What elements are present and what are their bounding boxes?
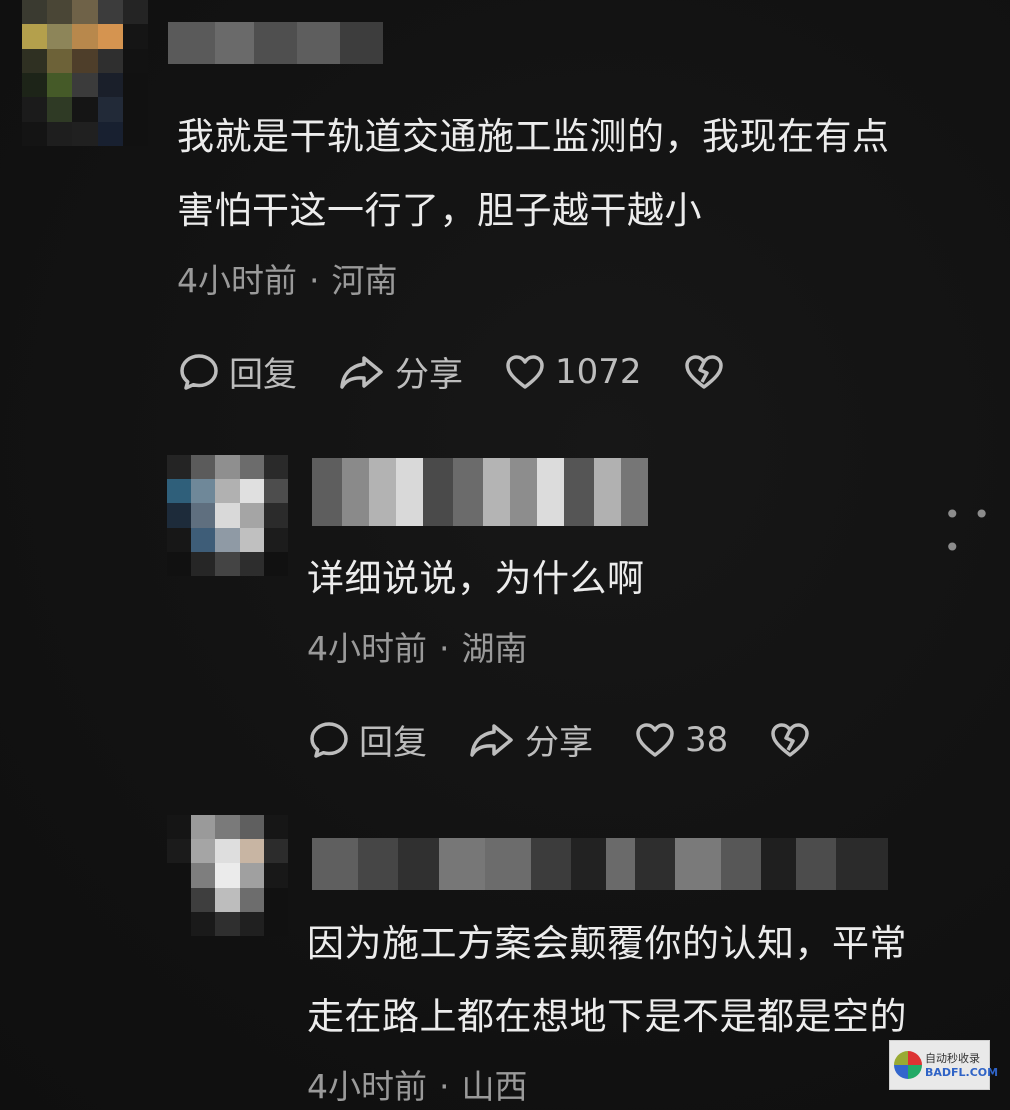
like-count: 1072 bbox=[555, 351, 642, 392]
heart-icon bbox=[503, 350, 547, 394]
avatar[interactable] bbox=[167, 455, 288, 576]
meta-separator: · bbox=[439, 1067, 450, 1106]
share-button[interactable]: 分享 bbox=[337, 347, 463, 396]
comment-time: 4小时前 bbox=[307, 1067, 427, 1106]
comment-text: 害怕干这一行了，胆子越干越小 bbox=[177, 189, 702, 232]
comment-time: 4小时前 bbox=[307, 629, 427, 668]
comment-time: 4小时前 bbox=[177, 261, 297, 300]
dislike-button[interactable] bbox=[682, 350, 726, 394]
share-label: 分享 bbox=[525, 723, 593, 763]
reply-label: 回复 bbox=[229, 355, 297, 395]
heart-icon bbox=[633, 718, 677, 762]
avatar[interactable] bbox=[22, 0, 148, 146]
watermark: 自动秒收录 BADFL.COM bbox=[889, 1040, 998, 1090]
avatar[interactable] bbox=[167, 815, 288, 936]
comment-location: 湖南 bbox=[461, 629, 528, 668]
watermark-title: 自动秒收录 bbox=[925, 1051, 980, 1065]
watermark-logo-icon bbox=[894, 1051, 922, 1079]
reply-button[interactable]: 回复 bbox=[307, 715, 427, 764]
broken-heart-icon bbox=[682, 350, 726, 394]
watermark-url: BADFL.COM bbox=[925, 1065, 999, 1079]
more-icon[interactable]: • • • bbox=[944, 498, 1010, 564]
like-button[interactable]: 38 bbox=[633, 718, 728, 762]
like-count: 38 bbox=[685, 719, 729, 760]
comment-location: 河南 bbox=[331, 261, 398, 300]
comment-text: 走在路上都在想地下是不是都是空的 bbox=[307, 995, 907, 1038]
comment-thread: 我就是干轨道交通施工监测的，我现在有点 害怕干这一行了，胆子越干越小 4小时前 ·… bbox=[0, 0, 1010, 1110]
meta-separator: · bbox=[309, 261, 320, 300]
dislike-button[interactable] bbox=[768, 718, 812, 762]
comment-text: 我就是干轨道交通施工监测的，我现在有点 bbox=[177, 115, 890, 158]
share-icon bbox=[337, 350, 387, 394]
meta-separator: · bbox=[439, 629, 450, 668]
comment-text: 因为施工方案会颠覆你的认知，平常 bbox=[307, 922, 907, 965]
comment-meta: 4小时前 · 山西 bbox=[307, 1060, 528, 1108]
share-button[interactable]: 分享 bbox=[467, 715, 593, 764]
reply-button[interactable]: 回复 bbox=[177, 347, 297, 396]
share-icon bbox=[467, 718, 517, 762]
username-blurred[interactable] bbox=[168, 22, 383, 64]
comment-actions: 回复 分享 1072 bbox=[177, 347, 766, 396]
broken-heart-icon bbox=[768, 718, 812, 762]
comment-icon bbox=[307, 718, 351, 762]
comment-text: 详细说说，为什么啊 bbox=[307, 557, 645, 600]
watermark-text: 自动秒收录 BADFL.COM bbox=[925, 1053, 998, 1078]
share-label: 分享 bbox=[395, 355, 463, 395]
comment-meta: 4小时前 · 湖南 bbox=[307, 622, 528, 670]
username-blurred[interactable] bbox=[312, 838, 888, 890]
comment-location: 山西 bbox=[461, 1067, 528, 1106]
comment-meta: 4小时前 · 河南 bbox=[177, 254, 398, 302]
comment-actions: 回复 分享 38 bbox=[307, 715, 852, 764]
comment-icon bbox=[177, 350, 221, 394]
username-blurred[interactable] bbox=[312, 458, 648, 526]
reply-label: 回复 bbox=[359, 723, 427, 763]
like-button[interactable]: 1072 bbox=[503, 350, 642, 394]
